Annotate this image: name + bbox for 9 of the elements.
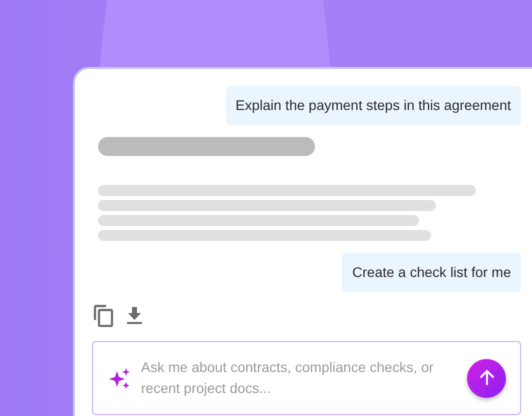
send-button[interactable] bbox=[467, 358, 506, 398]
download-icon[interactable] bbox=[126, 306, 143, 325]
arrow-up-icon bbox=[478, 369, 496, 387]
user-message: Explain the payment steps in this agreement bbox=[226, 86, 521, 125]
message-field[interactable]: Ask me about contracts, compliance checks, or recent project docs... bbox=[141, 357, 457, 399]
sparkle-icon bbox=[108, 366, 131, 390]
user-message: Create a check list for me bbox=[342, 253, 521, 292]
copy-icon[interactable] bbox=[93, 304, 114, 327]
chat-input[interactable]: Ask me about contracts, compliance checks, or recent project docs... bbox=[92, 341, 521, 415]
